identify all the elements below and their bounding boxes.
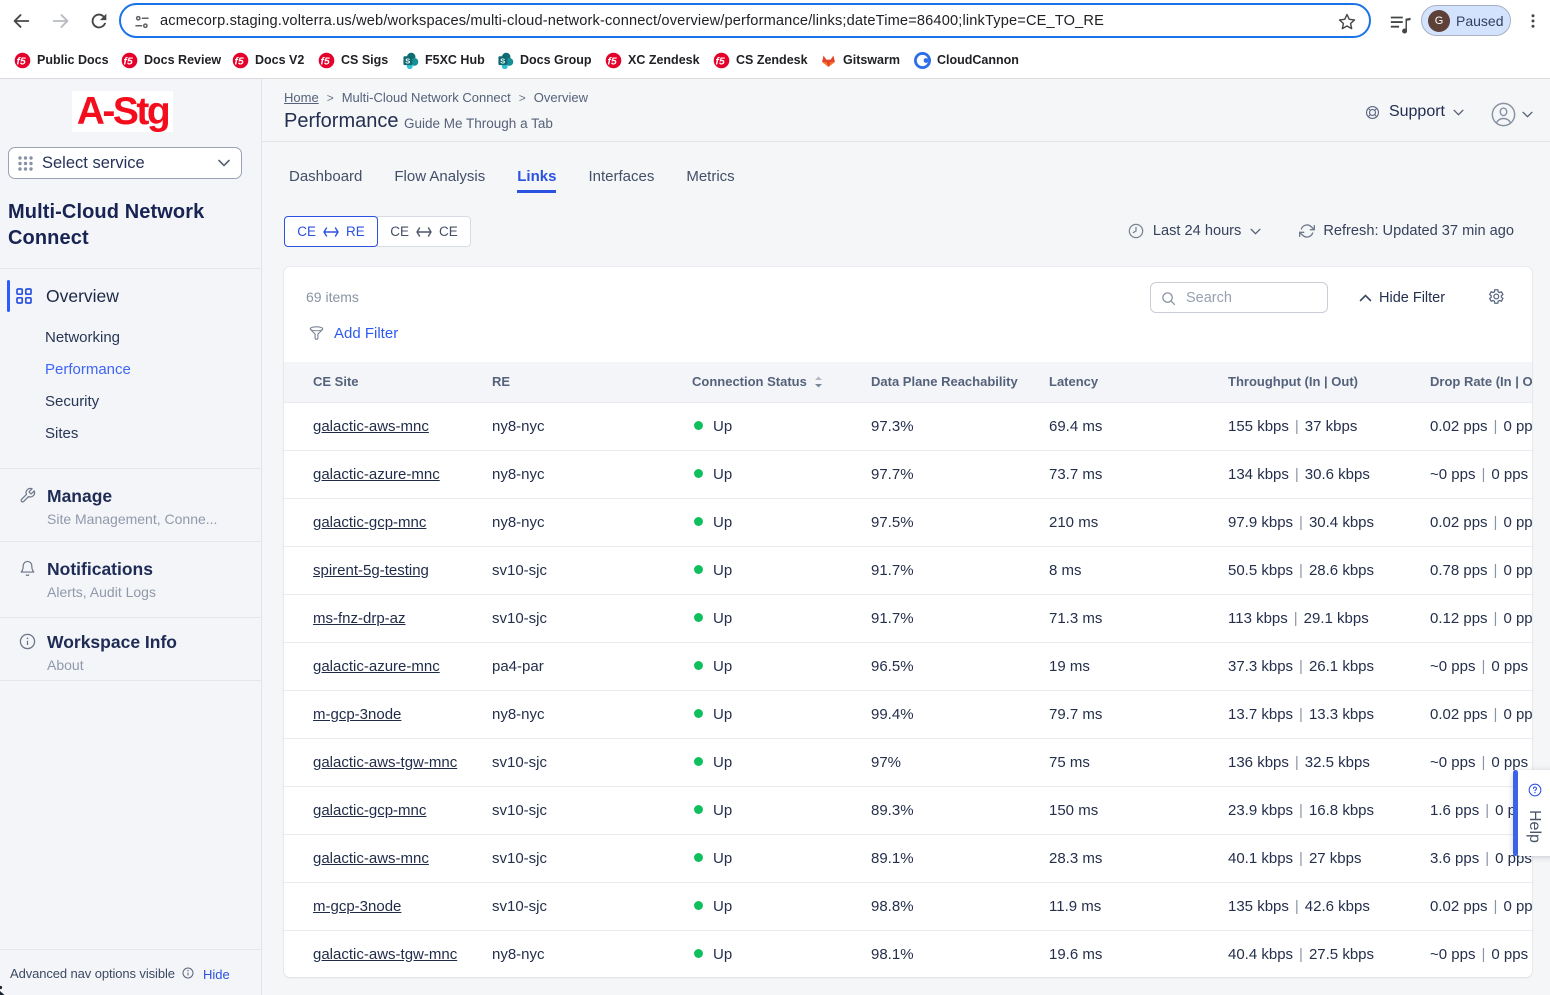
svg-text:f5: f5: [321, 56, 330, 67]
svg-text:f5: f5: [235, 56, 244, 67]
svg-text:S: S: [500, 56, 505, 65]
svg-text:f5: f5: [608, 56, 617, 67]
svg-text:f5: f5: [17, 56, 26, 67]
svg-text:S: S: [405, 56, 410, 65]
svg-text:f5: f5: [124, 56, 133, 67]
svg-text:f5: f5: [716, 56, 725, 67]
